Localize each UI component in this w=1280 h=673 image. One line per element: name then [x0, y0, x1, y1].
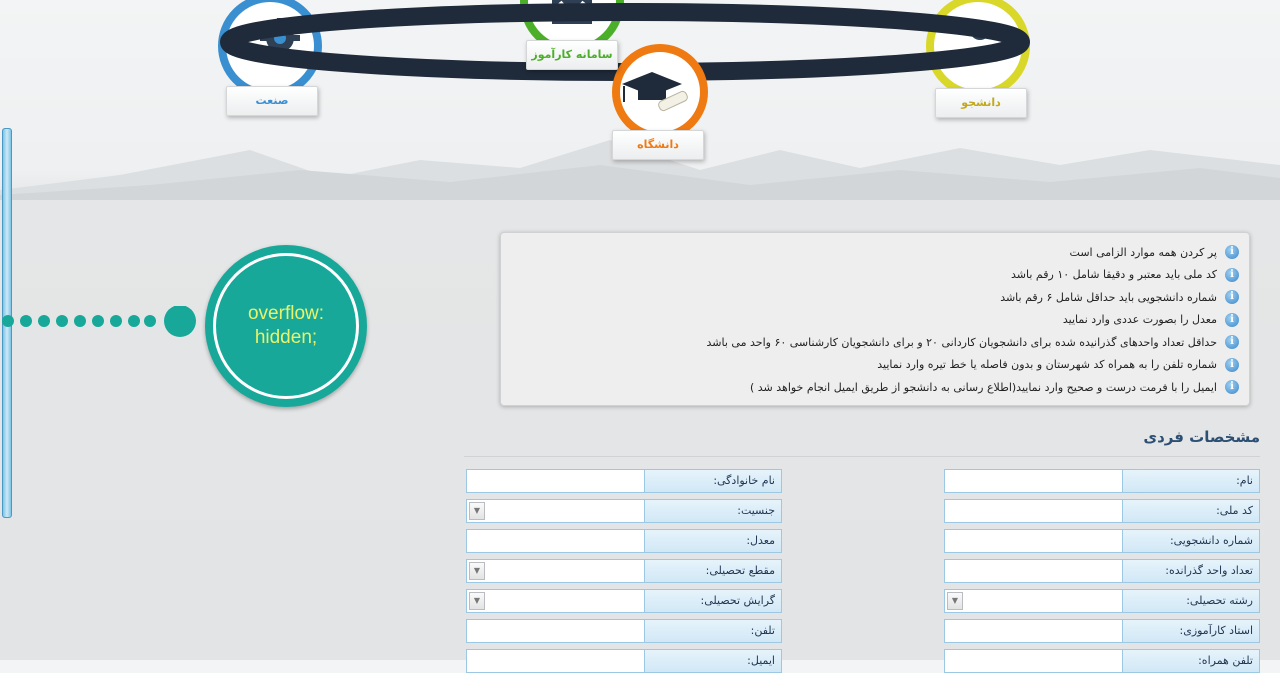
field-label: رشته تحصیلی: — [1122, 589, 1260, 613]
overflow-line1: overflow: — [247, 303, 325, 324]
info-item: i شماره دانشجویی باید حداقل شامل ۶ رقم با… — [511, 286, 1239, 309]
dotted-connector — [2, 306, 196, 337]
chevron-down-icon[interactable]: ▼ — [469, 502, 485, 520]
field-gpa: معدل: — [466, 529, 782, 553]
info-item-text: حداقل تعداد واحدهای گذرانیده شده برای دا… — [706, 335, 1217, 349]
email-input[interactable] — [466, 649, 644, 673]
national-code-input[interactable] — [944, 499, 1122, 523]
info-icon: i — [1225, 290, 1239, 305]
industry-label-text: صنعت — [255, 94, 289, 107]
field-label: جنسیت: — [644, 499, 782, 523]
overflow-badge-text: overflow: hidden; — [213, 253, 359, 399]
field-label: استاد کارآموزی: — [1122, 619, 1260, 643]
university-label[interactable]: دانشگاه — [612, 130, 704, 160]
info-item-text: شماره دانشجویی باید حداقل شامل ۶ رقم باش… — [1000, 290, 1217, 304]
field-last-name: نام خانوادگی: — [466, 469, 782, 493]
field-label: نام خانوادگی: — [644, 469, 782, 493]
hero-header: صنعت سامانه کارآموز دانشگاه دانشجو — [0, 0, 1280, 200]
section-divider — [464, 456, 1260, 457]
gpa-input[interactable] — [466, 529, 644, 553]
mobile-input[interactable] — [944, 649, 1122, 673]
field-label: ایمیل: — [644, 649, 782, 673]
field-label: معدل: — [644, 529, 782, 553]
section-title: مشخصات فردی — [1143, 428, 1260, 446]
info-item: i شماره تلفن را به همراه کد شهرستان و بدو… — [511, 354, 1239, 377]
info-item: i ایمیل را با فرمت درست و صحیح وارد نمایی… — [511, 376, 1239, 399]
student-label[interactable]: دانشجو — [935, 88, 1027, 118]
info-item: i کد ملی باید معتبر و دقیقا شامل ۱۰ رقم ب… — [511, 264, 1239, 287]
student-label-text: دانشجو — [961, 96, 1001, 109]
info-item-text: کد ملی باید معتبر و دقیقا شامل ۱۰ رقم با… — [1011, 268, 1217, 282]
field-passed-units: تعداد واحد گذرانده: — [944, 559, 1260, 583]
field-national-code: کد ملی: — [944, 499, 1260, 523]
field-gender: جنسیت: ▼ — [466, 499, 782, 523]
info-icon: i — [1225, 245, 1239, 260]
info-icon: i — [1225, 357, 1239, 372]
field-first-name: نام: — [944, 469, 1260, 493]
field-major: رشته تحصیلی: ▼ — [944, 589, 1260, 613]
specialization-select[interactable]: ▼ — [466, 589, 644, 613]
overflow-line2: hidden; — [254, 327, 318, 348]
university-circle[interactable] — [612, 44, 708, 140]
system-label-text: سامانه کارآموز — [531, 48, 613, 61]
info-item-text: معدل را بصورت عددی وارد نمایید — [1062, 313, 1217, 327]
field-email: ایمیل: — [466, 649, 782, 673]
field-supervisor: استاد کارآموزی: — [944, 619, 1260, 643]
info-icon: i — [1225, 312, 1239, 327]
field-specialization: گرایش تحصیلی: ▼ — [466, 589, 782, 613]
field-degree: مقطع تحصیلی: ▼ — [466, 559, 782, 583]
instructions-box: i پر کردن همه موارد الزامی است i کد ملی با… — [500, 232, 1250, 406]
hero-graphic — [0, 0, 1280, 200]
student-number-input[interactable] — [944, 529, 1122, 553]
gender-select[interactable]: ▼ — [466, 499, 644, 523]
overflow-badge: overflow: hidden; — [205, 245, 367, 407]
supervisor-input[interactable] — [944, 619, 1122, 643]
info-icon: i — [1225, 267, 1239, 282]
field-phone: تلفن: — [466, 619, 782, 643]
university-label-text: دانشگاه — [637, 138, 679, 151]
passed-units-input[interactable] — [944, 559, 1122, 583]
info-item: i معدل را بصورت عددی وارد نمایید — [511, 309, 1239, 332]
field-label: تعداد واحد گذرانده: — [1122, 559, 1260, 583]
chevron-down-icon[interactable]: ▼ — [469, 592, 485, 610]
info-icon: i — [1225, 335, 1239, 350]
field-label: تلفن همراه: — [1122, 649, 1260, 673]
field-label: گرایش تحصیلی: — [644, 589, 782, 613]
field-label: تلفن: — [644, 619, 782, 643]
last-name-input[interactable] — [466, 469, 644, 493]
field-label: کد ملی: — [1122, 499, 1260, 523]
degree-select[interactable]: ▼ — [466, 559, 644, 583]
info-item: i حداقل تعداد واحدهای گذرانیده شده برای د… — [511, 331, 1239, 354]
chevron-down-icon[interactable]: ▼ — [947, 592, 963, 610]
major-select[interactable]: ▼ — [944, 589, 1122, 613]
industry-label[interactable]: صنعت — [226, 86, 318, 116]
field-label: شماره دانشجویی: — [1122, 529, 1260, 553]
field-student-number: شماره دانشجویی: — [944, 529, 1260, 553]
info-item-text: ایمیل را با فرمت درست و صحیح وارد نمایید… — [749, 380, 1217, 394]
field-label: مقطع تحصیلی: — [644, 559, 782, 583]
info-icon: i — [1225, 380, 1239, 395]
field-mobile: تلفن همراه: — [944, 649, 1260, 673]
info-item-text: پر کردن همه موارد الزامی است — [1069, 245, 1217, 259]
first-name-input[interactable] — [944, 469, 1122, 493]
info-item: i پر کردن همه موارد الزامی است — [511, 241, 1239, 264]
system-label[interactable]: سامانه کارآموز — [526, 40, 618, 70]
phone-input[interactable] — [466, 619, 644, 643]
info-item-text: شماره تلفن را به همراه کد شهرستان و بدون… — [877, 358, 1217, 372]
chevron-down-icon[interactable]: ▼ — [469, 562, 485, 580]
field-label: نام: — [1122, 469, 1260, 493]
